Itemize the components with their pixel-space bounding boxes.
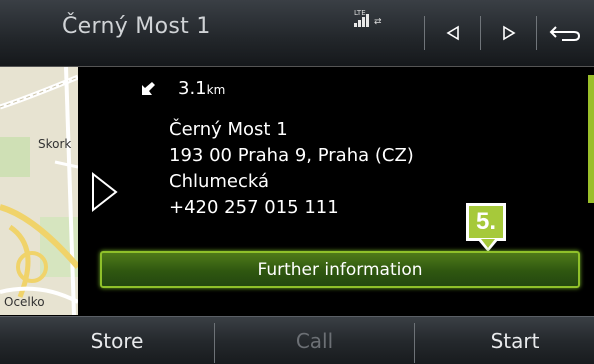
destination-panel: 3.1km Černý Most 1 193 00 Praha 9, Praha… [78, 67, 594, 315]
scrollbar[interactable] [588, 75, 594, 203]
address-line: Černý Most 1 [169, 119, 288, 140]
signal-indicator: LTE ⇄ [354, 9, 394, 35]
address-line: Chlumecká [169, 171, 270, 192]
footer-bar: Store Call Start [0, 316, 594, 364]
direction-arrow-icon [142, 82, 155, 95]
distance-value: 3.1km [178, 78, 225, 99]
back-arrow-icon [549, 26, 581, 41]
further-information-button[interactable]: Further information [100, 251, 580, 288]
back-button[interactable] [536, 16, 593, 50]
triangle-left-icon [446, 25, 459, 41]
start-button[interactable]: Start [415, 317, 594, 364]
data-transfer-icon: ⇄ [374, 17, 382, 27]
step-callout-badge: 5. [466, 203, 506, 241]
previous-button[interactable] [424, 16, 481, 50]
store-button[interactable]: Store [20, 317, 214, 364]
phone-number[interactable]: +420 257 015 111 [169, 195, 414, 221]
address-line: 193 00 Praha 9, Praha (CZ) [169, 145, 414, 166]
address-block: Černý Most 1 193 00 Praha 9, Praha (CZ) … [169, 117, 414, 221]
map-label: Skork [38, 137, 72, 151]
next-button[interactable] [480, 16, 537, 50]
map-label: Ocelko [4, 295, 45, 309]
page-title: Černý Most 1 [62, 14, 211, 39]
distance-number: 3.1 [178, 78, 207, 99]
lte-label: LTE [354, 9, 366, 17]
map-roads-graphic [0, 67, 78, 315]
callout-pointer-fill [481, 239, 495, 248]
expand-map-arrow-icon[interactable] [90, 171, 120, 213]
map-preview[interactable]: Skork Ocelko [0, 67, 78, 315]
triangle-right-icon [503, 25, 516, 41]
call-button[interactable]: Call [215, 317, 414, 364]
header-bar: Černý Most 1 LTE ⇄ [0, 0, 594, 67]
distance-unit: km [206, 83, 226, 97]
